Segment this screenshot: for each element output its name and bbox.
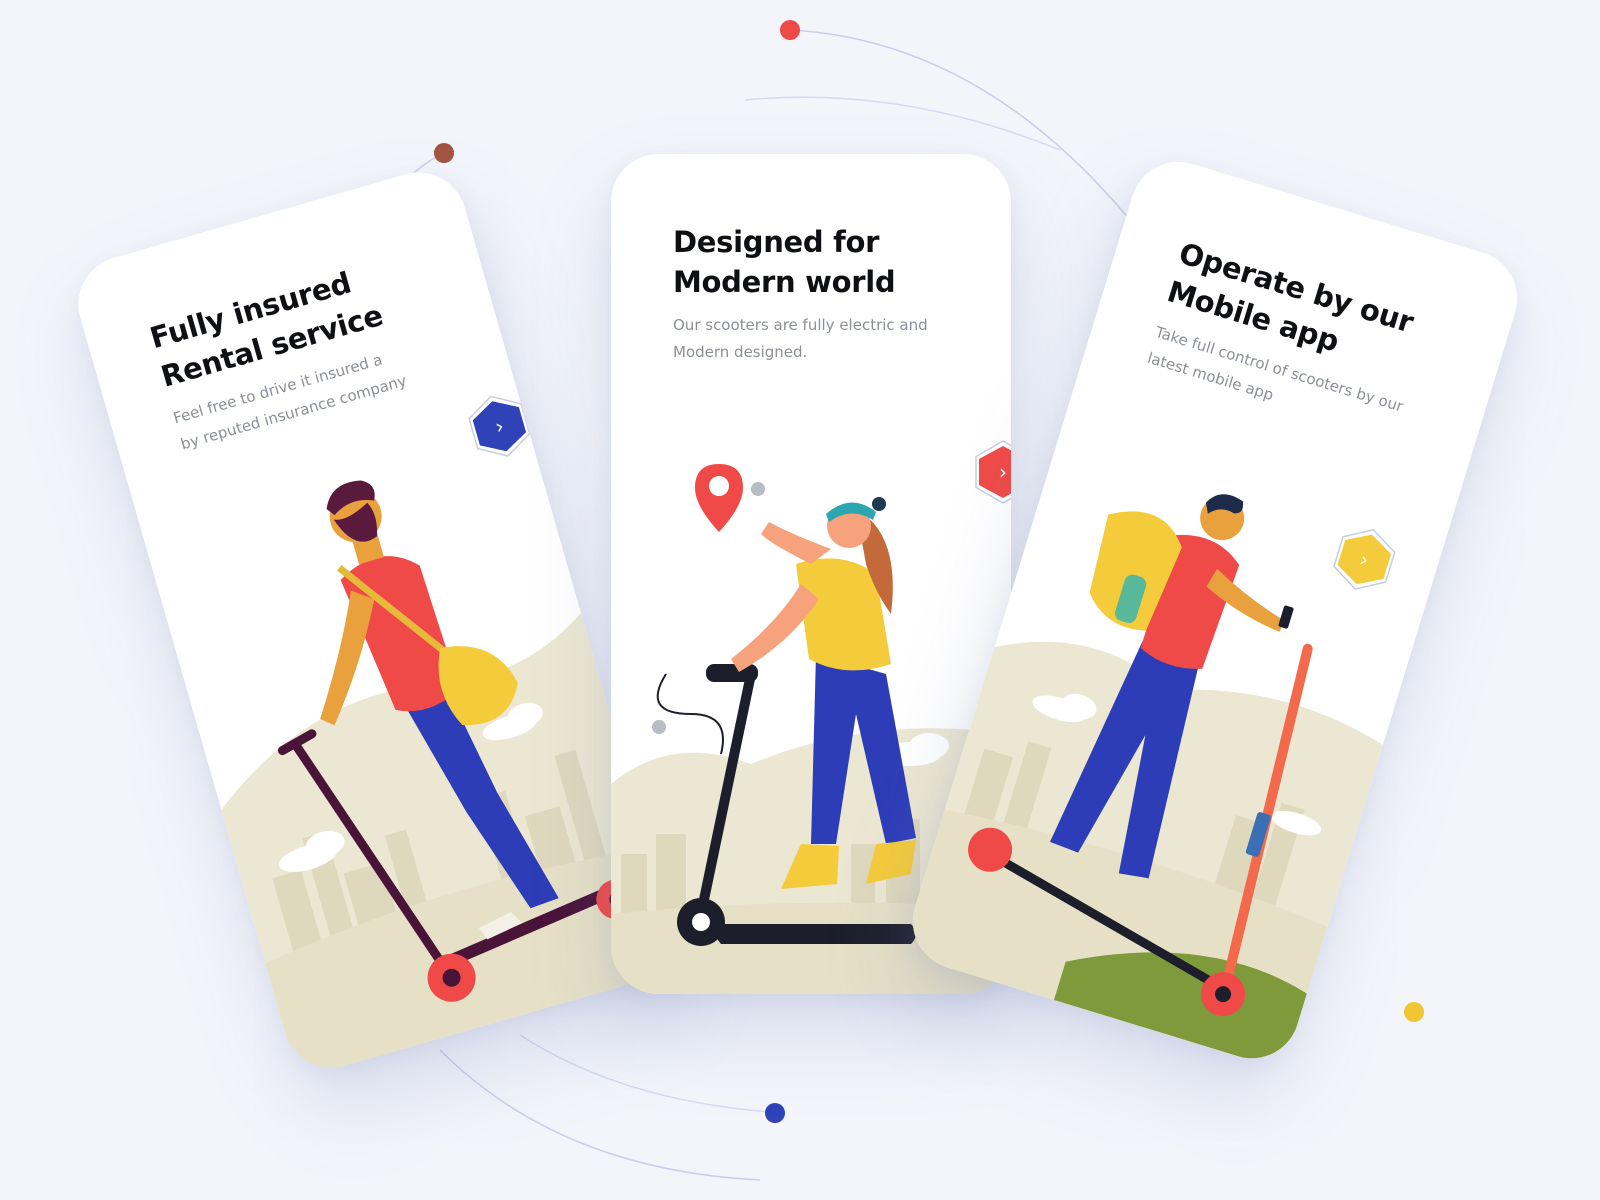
screen-title-line: Designed for xyxy=(673,225,880,259)
screen-description: Our scooters are fully electric and Mode… xyxy=(673,312,963,366)
phone-icon xyxy=(1278,605,1294,629)
dot-blue xyxy=(765,1103,785,1123)
orbit-line-top-inner xyxy=(744,96,1061,151)
screen-title: Designed for Modern world xyxy=(673,222,973,302)
dot-gray xyxy=(751,482,765,496)
screen-title-line: Modern world xyxy=(673,265,896,299)
orbit-line-bottom xyxy=(439,1049,761,1181)
screen-description-line: Modern designed. xyxy=(673,343,808,361)
next-button[interactable]: › xyxy=(1329,524,1399,594)
next-button[interactable]: › xyxy=(975,440,1011,504)
dot-gray xyxy=(652,720,666,734)
location-pin-icon xyxy=(695,464,743,532)
dot-red xyxy=(780,20,800,40)
orbit-line-bottom-inner xyxy=(519,1034,771,1113)
chevron-right-icon: › xyxy=(999,460,1007,484)
screen-description-line: Our scooters are fully electric and xyxy=(673,316,928,334)
dot-yellow xyxy=(1404,1002,1424,1022)
